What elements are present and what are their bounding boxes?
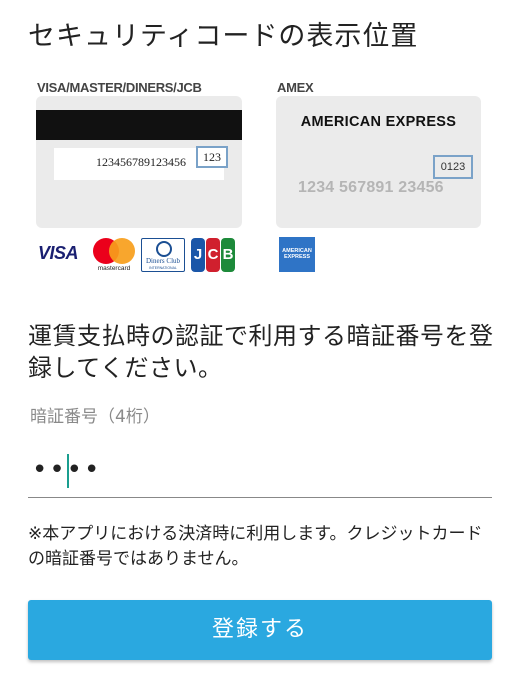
pin-instruction-heading: 運賃支払時の認証で利用する暗証番号を登録してください。 (28, 322, 494, 382)
security-code-box: 123 (196, 146, 228, 168)
mastercard-wordmark: mastercard (97, 265, 131, 272)
mastercard-logo: mastercard (91, 238, 137, 274)
amex-card-label: AMEX (277, 80, 314, 95)
diners-club-subtitle: INTERNATIONAL (149, 266, 177, 270)
amex-security-code-box: 0123 (433, 155, 473, 179)
visa-card-label: VISA/MASTER/DINERS/JCB (37, 80, 202, 95)
mastercard-yellow-circle (109, 238, 135, 264)
jcb-letter-b: B (221, 238, 235, 272)
card-number: 123456789123456 (96, 155, 186, 169)
magnetic-stripe (36, 110, 242, 140)
amex-card-name: AMERICAN EXPRESS (300, 114, 457, 130)
register-button[interactable]: 登録する (28, 600, 492, 660)
diners-club-wordmark: Diners Club (145, 257, 181, 265)
text-caret (67, 454, 69, 488)
jcb-logo: J C B (191, 238, 235, 272)
amex-card-number: 1234 567891 23456 (298, 179, 444, 196)
amex-logo: AMERICAN EXPRESS (279, 237, 315, 272)
visa-card-back-illustration: 123456789123456 123 (36, 96, 242, 228)
page-title: セキュリティコードの表示位置 (28, 21, 419, 52)
diners-club-emblem (156, 241, 172, 257)
pin-field-label: 暗証番号（4桁） (30, 407, 160, 427)
amex-card-front-illustration: AMERICAN EXPRESS 0123 1234 567891 23456 (276, 96, 481, 228)
pin-usage-note: ※本アプリにおける決済時に利用します。クレジットカードの暗証番号ではありません。 (28, 524, 483, 569)
visa-logo: VISA (38, 243, 79, 263)
jcb-letter-c: C (206, 238, 220, 272)
pin-input[interactable]: •••• (28, 448, 492, 498)
jcb-letter-j: J (191, 238, 205, 272)
diners-club-logo: Diners Club INTERNATIONAL (141, 238, 185, 272)
